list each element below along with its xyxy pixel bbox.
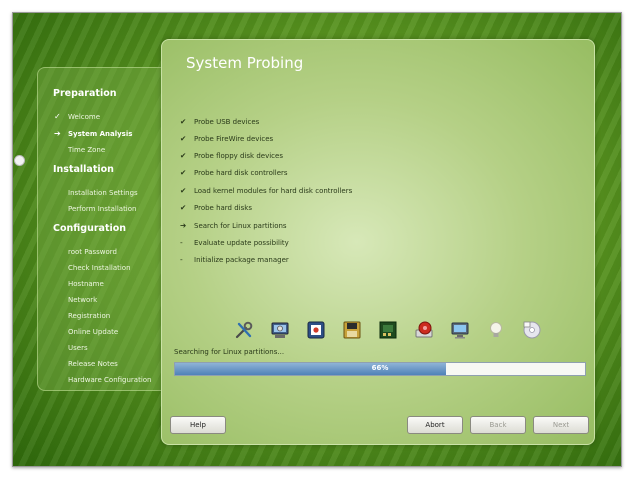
task-label: Probe USB devices [194,118,260,126]
sidebar-item-perform-installation: Perform Installation [68,205,137,213]
task-row: - Initialize package manager [180,255,289,264]
progress-bar: 66% [174,362,586,376]
pending-dash-icon: - [180,255,183,264]
task-row: ✔ Probe hard disk controllers [180,168,288,177]
page-title: System Probing [186,54,304,72]
pending-dash-icon: - [180,238,183,247]
arrow-right-icon: ➔ [180,221,187,230]
task-row: - Evaluate update possibility [180,238,289,247]
probe-icons-row [222,320,542,344]
back-button[interactable]: Back [470,416,526,434]
check-icon: ✔ [180,151,187,160]
task-label: Load kernel modules for hard disk contro… [194,187,353,195]
usb-device-icon [307,321,325,339]
hard-disk-icon [415,321,433,338]
task-label: Evaluate update possibility [194,239,289,247]
task-row: ➔ Search for Linux partitions [180,221,287,230]
checkmark-icon: ✓ [54,112,61,121]
check-icon: ✔ [180,186,187,195]
sidebar-item-release-notes: Release Notes [68,360,118,368]
task-row: ✔ Probe floppy disk devices [180,151,283,160]
progress-percent-label: 66% [371,364,389,372]
next-button[interactable]: Next [533,416,589,434]
sidebar-section-configuration: Configuration [53,223,127,234]
task-row: ✔ Probe FireWire devices [180,134,273,143]
abort-button[interactable]: Abort [407,416,463,434]
sidebar-item-network: Network [68,296,98,304]
sidebar-item-hostname: Hostname [68,280,104,288]
hardware-probe-icon [271,322,289,338]
task-label: Probe hard disks [194,204,252,212]
check-icon: ✔ [180,203,187,212]
main-panel: System Probing ✔ Probe USB devices ✔ Probe… [161,39,595,445]
installer-window: Preparation ✓ Welcome ➔ System Analysis … [12,12,622,467]
check-icon: ✔ [180,134,187,143]
sidebar-item-installation-settings: Installation Settings [68,189,138,197]
sidebar-section-installation: Installation [53,164,114,175]
tools-icon [235,321,253,339]
task-row: ✔ Probe hard disks [180,203,252,212]
window-edge-knob[interactable] [14,155,25,166]
task-label: Probe FireWire devices [194,135,274,143]
progress-status-text: Searching for Linux partitions... [174,348,285,356]
sidebar-item-time-zone: Time Zone [68,146,106,154]
task-label: Probe floppy disk devices [194,152,283,160]
sidebar-item-welcome: Welcome [68,113,101,121]
sidebar-item-system-analysis: System Analysis [68,130,133,138]
sidebar-item-registration: Registration [68,312,111,320]
task-row: ✔ Probe USB devices [180,117,259,126]
cd-disc-icon [523,321,541,339]
sidebar-item-check-installation: Check Installation [68,264,131,272]
sidebar-section-preparation: Preparation [53,88,117,99]
arrow-right-icon: ➔ [54,129,61,138]
sidebar-item-root-password: root Password [68,248,117,256]
light-bulb-icon [490,322,502,337]
task-row: ✔ Load kernel modules for hard disk contr… [180,186,352,195]
sidebar-item-online-update: Online Update [68,328,119,336]
task-label: Search for Linux partitions [194,222,287,230]
hard-disk-controller-icon [379,321,397,339]
sidebar-item-users: Users [68,344,88,352]
floppy-disk-icon [343,321,361,339]
help-button[interactable]: Help [170,416,226,434]
task-label: Probe hard disk controllers [194,169,288,177]
sidebar-item-hardware-configuration: Hardware Configuration [68,376,152,384]
check-icon: ✔ [180,168,187,177]
task-label: Initialize package manager [194,256,289,264]
monitor-icon [451,322,469,339]
check-icon: ✔ [180,117,187,126]
